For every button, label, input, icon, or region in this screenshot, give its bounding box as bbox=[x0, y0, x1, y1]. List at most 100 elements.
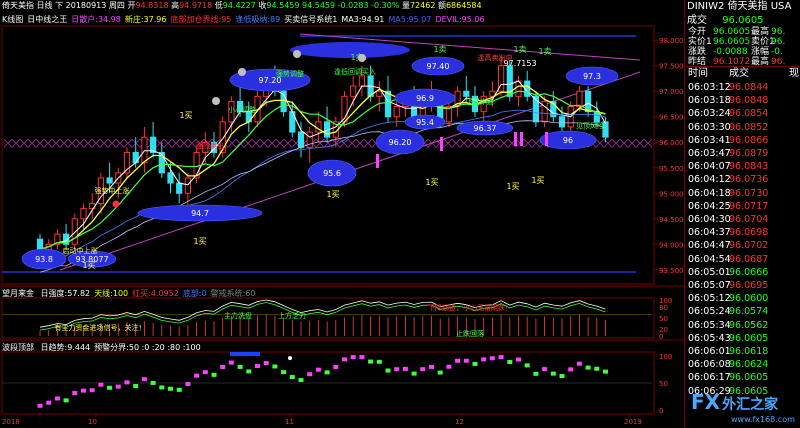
open-value: 94.8318 bbox=[135, 1, 169, 10]
weekday-label: 周四 bbox=[108, 1, 125, 10]
tick-time: 06:05:43 bbox=[688, 332, 731, 344]
date-label: 20180913 bbox=[65, 1, 107, 10]
axis-label: 96.500 bbox=[659, 114, 684, 122]
quote-value: 96.0605 bbox=[713, 27, 751, 37]
buy-marker: 1买 bbox=[193, 237, 206, 246]
tick-row: 06:05:43 96.0605 bbox=[685, 334, 800, 347]
sidebar-divider bbox=[685, 66, 800, 67]
panel3-trend-block bbox=[420, 367, 426, 372]
oval-label: 95.4 bbox=[416, 118, 434, 127]
oval-label: 96 bbox=[563, 136, 573, 145]
panel3-axis-label: 50 bbox=[659, 380, 668, 388]
panel3-trend-block bbox=[576, 361, 582, 366]
panel3-trend-block bbox=[481, 357, 487, 362]
candle-body bbox=[384, 90, 392, 118]
panel3-trend-block bbox=[185, 381, 191, 386]
time-header: 时间 bbox=[688, 68, 708, 79]
high-key: 高 bbox=[171, 1, 180, 10]
quote-sidebar: DINIW2 倚天美指 USA 成交 96.0605 今开 96.0605 最高 96… bbox=[684, 0, 800, 428]
x-axis-label: 10 bbox=[88, 418, 97, 426]
oval-label: 96.9 bbox=[416, 94, 434, 103]
panel3-trend-block bbox=[429, 364, 434, 369]
tick-time: 06:03:12 bbox=[688, 82, 731, 93]
panel3-trend-block bbox=[307, 372, 313, 377]
contract-name: 倚天美指 bbox=[727, 1, 768, 12]
quote-key: 涨跌 bbox=[688, 47, 707, 57]
candle bbox=[71, 213, 78, 250]
signal-face-icon bbox=[293, 50, 301, 58]
indicator-item: 底部加仓界线:95 bbox=[170, 15, 232, 24]
panel3-top-marker bbox=[230, 352, 260, 356]
vol-key: 量 bbox=[401, 1, 410, 10]
devil-bar bbox=[440, 137, 443, 151]
candle-body bbox=[141, 136, 148, 164]
candle-body bbox=[150, 136, 157, 153]
tick-time: 06:04:30 bbox=[688, 214, 731, 225]
sell-marker: 1卖 bbox=[433, 45, 446, 54]
panel3-trend-block bbox=[446, 364, 452, 369]
vol-value: 72462 bbox=[409, 1, 436, 10]
quote-value: 96. bbox=[771, 37, 786, 47]
candle bbox=[54, 228, 61, 250]
tick-price: 96.0702 bbox=[729, 240, 769, 252]
chart-canvas[interactable]: 98.000 97.500 97.000 96.500 96.000 95.500 95.0… bbox=[0, 0, 684, 428]
panel3-trend-block bbox=[237, 364, 243, 369]
tick-price: 96.0666 bbox=[729, 266, 769, 278]
tick-row: 06:04:18 96.0730 bbox=[685, 189, 800, 202]
panel3-item: 日趋势:9.444 bbox=[40, 343, 91, 352]
annotation-text: 见顶风险 bbox=[576, 121, 604, 130]
panel3-trend-block bbox=[385, 368, 391, 373]
x-axis-label: 12 bbox=[455, 418, 464, 426]
tick-row: 06:03:47 96.0879 bbox=[685, 149, 800, 162]
panel3-trend-block bbox=[455, 358, 461, 363]
axis-label: 97.500 bbox=[659, 63, 684, 71]
tick-price: 96.0695 bbox=[729, 280, 769, 291]
panel3-trend-block bbox=[359, 355, 365, 360]
panel3-trend-block bbox=[533, 371, 539, 376]
panel3-legend: 波段顶部 日趋势:9.444 预警分界:50 :0 :20 :80 :100 bbox=[2, 344, 201, 352]
candle-body bbox=[80, 208, 87, 220]
tick-price: 96.0687 bbox=[729, 253, 769, 265]
tick-price: 96.0730 bbox=[729, 187, 769, 199]
tick-time: 06:06:17 bbox=[688, 372, 731, 384]
panel2-item: 警戒系统:60 bbox=[210, 289, 256, 298]
quote-key: 涨幅 bbox=[751, 47, 770, 57]
panel3-trend-block bbox=[63, 398, 69, 403]
indicator-item: K线图 bbox=[2, 15, 24, 24]
tick-row: 06:04:07 96.0843 bbox=[685, 162, 800, 175]
candle bbox=[63, 223, 70, 250]
panel3-trend-block bbox=[89, 388, 95, 393]
panel3-peak-dot bbox=[288, 356, 292, 361]
panel2-item: 日强度:57.82 bbox=[40, 289, 91, 298]
extra-header: 现 bbox=[789, 68, 799, 79]
oval-label: 97.40 bbox=[427, 62, 450, 71]
panel3-trend-block bbox=[107, 385, 113, 390]
tick-time: 06:05:07 bbox=[688, 280, 731, 291]
quote-header: 倚天美指 日线 下 20180913 周四 开94.8318 高94.9718 … bbox=[2, 2, 482, 10]
panel3-trend-block bbox=[220, 364, 226, 369]
panel3-trend-block bbox=[168, 386, 173, 391]
signal-face-icon bbox=[358, 54, 366, 62]
chart-area[interactable]: 98.000 97.500 97.000 96.500 96.000 95.500 95.0… bbox=[0, 0, 684, 428]
panel3-trend-block bbox=[246, 369, 252, 374]
buy-marker: 1买 bbox=[506, 182, 519, 191]
tick-price: 96.0600 bbox=[729, 293, 769, 305]
buy-marker: 1买 bbox=[425, 178, 438, 187]
panel3-item: 预警分界:50 :0 :20 :80 :100 bbox=[94, 343, 201, 352]
candle-body bbox=[71, 218, 78, 245]
annotation-text: 强势中上涨 bbox=[95, 186, 130, 195]
panel3-trend-block bbox=[489, 356, 495, 361]
tick-time: 06:04:25 bbox=[688, 200, 731, 212]
panel3-trend-block bbox=[211, 372, 217, 377]
tick-price: 96.0843 bbox=[729, 161, 769, 173]
panel3-trend-block bbox=[54, 396, 60, 401]
tick-row: 06:03:12 96.0844 bbox=[685, 83, 800, 96]
tick-row: 06:03:41 96.0866 bbox=[685, 136, 800, 149]
watermark-logo-text: FX bbox=[691, 390, 721, 414]
tick-time: 06:05:01 bbox=[688, 266, 731, 278]
axis-label: 96.000 bbox=[659, 139, 684, 147]
axis-label: 98.000 bbox=[659, 37, 684, 45]
tick-row: 06:06:08 96.0624 bbox=[685, 360, 800, 373]
quote-key: 最高 bbox=[751, 27, 770, 37]
tick-price: 96.0854 bbox=[729, 108, 769, 120]
